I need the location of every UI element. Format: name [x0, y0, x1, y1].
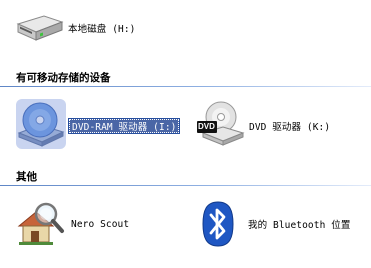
- hard-disk-icon: [14, 10, 66, 44]
- section-divider: [0, 185, 371, 186]
- bluetooth-icon: [201, 200, 235, 248]
- drive-item-h[interactable]: 本地磁盘 (H:): [14, 10, 136, 44]
- drive-item-i[interactable]: DVD-RAM 驱动器 (I:): [16, 99, 180, 149]
- drive-label-h: 本地磁盘 (H:): [68, 24, 136, 35]
- drive-item-k[interactable]: DVD DVD 驱动器 (K:): [195, 99, 330, 149]
- dvd-ram-drive-icon: [16, 99, 66, 149]
- dvd-drive-icon: DVD: [195, 99, 247, 149]
- bluetooth-places-label: 我的 Bluetooth 位置: [248, 220, 351, 231]
- section-title-other: 其他: [16, 171, 37, 183]
- dvd-badge-text: DVD: [198, 122, 215, 131]
- explorer-content-pane: 本地磁盘 (H:) 有可移动存储的设备 DVD-RAM 驱动器 (I:) DVD…: [0, 0, 371, 268]
- nero-scout-item[interactable]: Nero Scout: [16, 198, 129, 248]
- nero-scout-label: Nero Scout: [71, 218, 130, 230]
- nero-scout-icon: [16, 198, 66, 248]
- drive-label-k: DVD 驱动器 (K:): [249, 122, 331, 133]
- section-divider: [0, 86, 371, 87]
- section-title-removable-storage: 有可移动存储的设备: [16, 72, 111, 84]
- drive-label-i: DVD-RAM 驱动器 (I:): [69, 119, 180, 133]
- bluetooth-places-item[interactable]: 我的 Bluetooth 位置: [201, 200, 350, 248]
